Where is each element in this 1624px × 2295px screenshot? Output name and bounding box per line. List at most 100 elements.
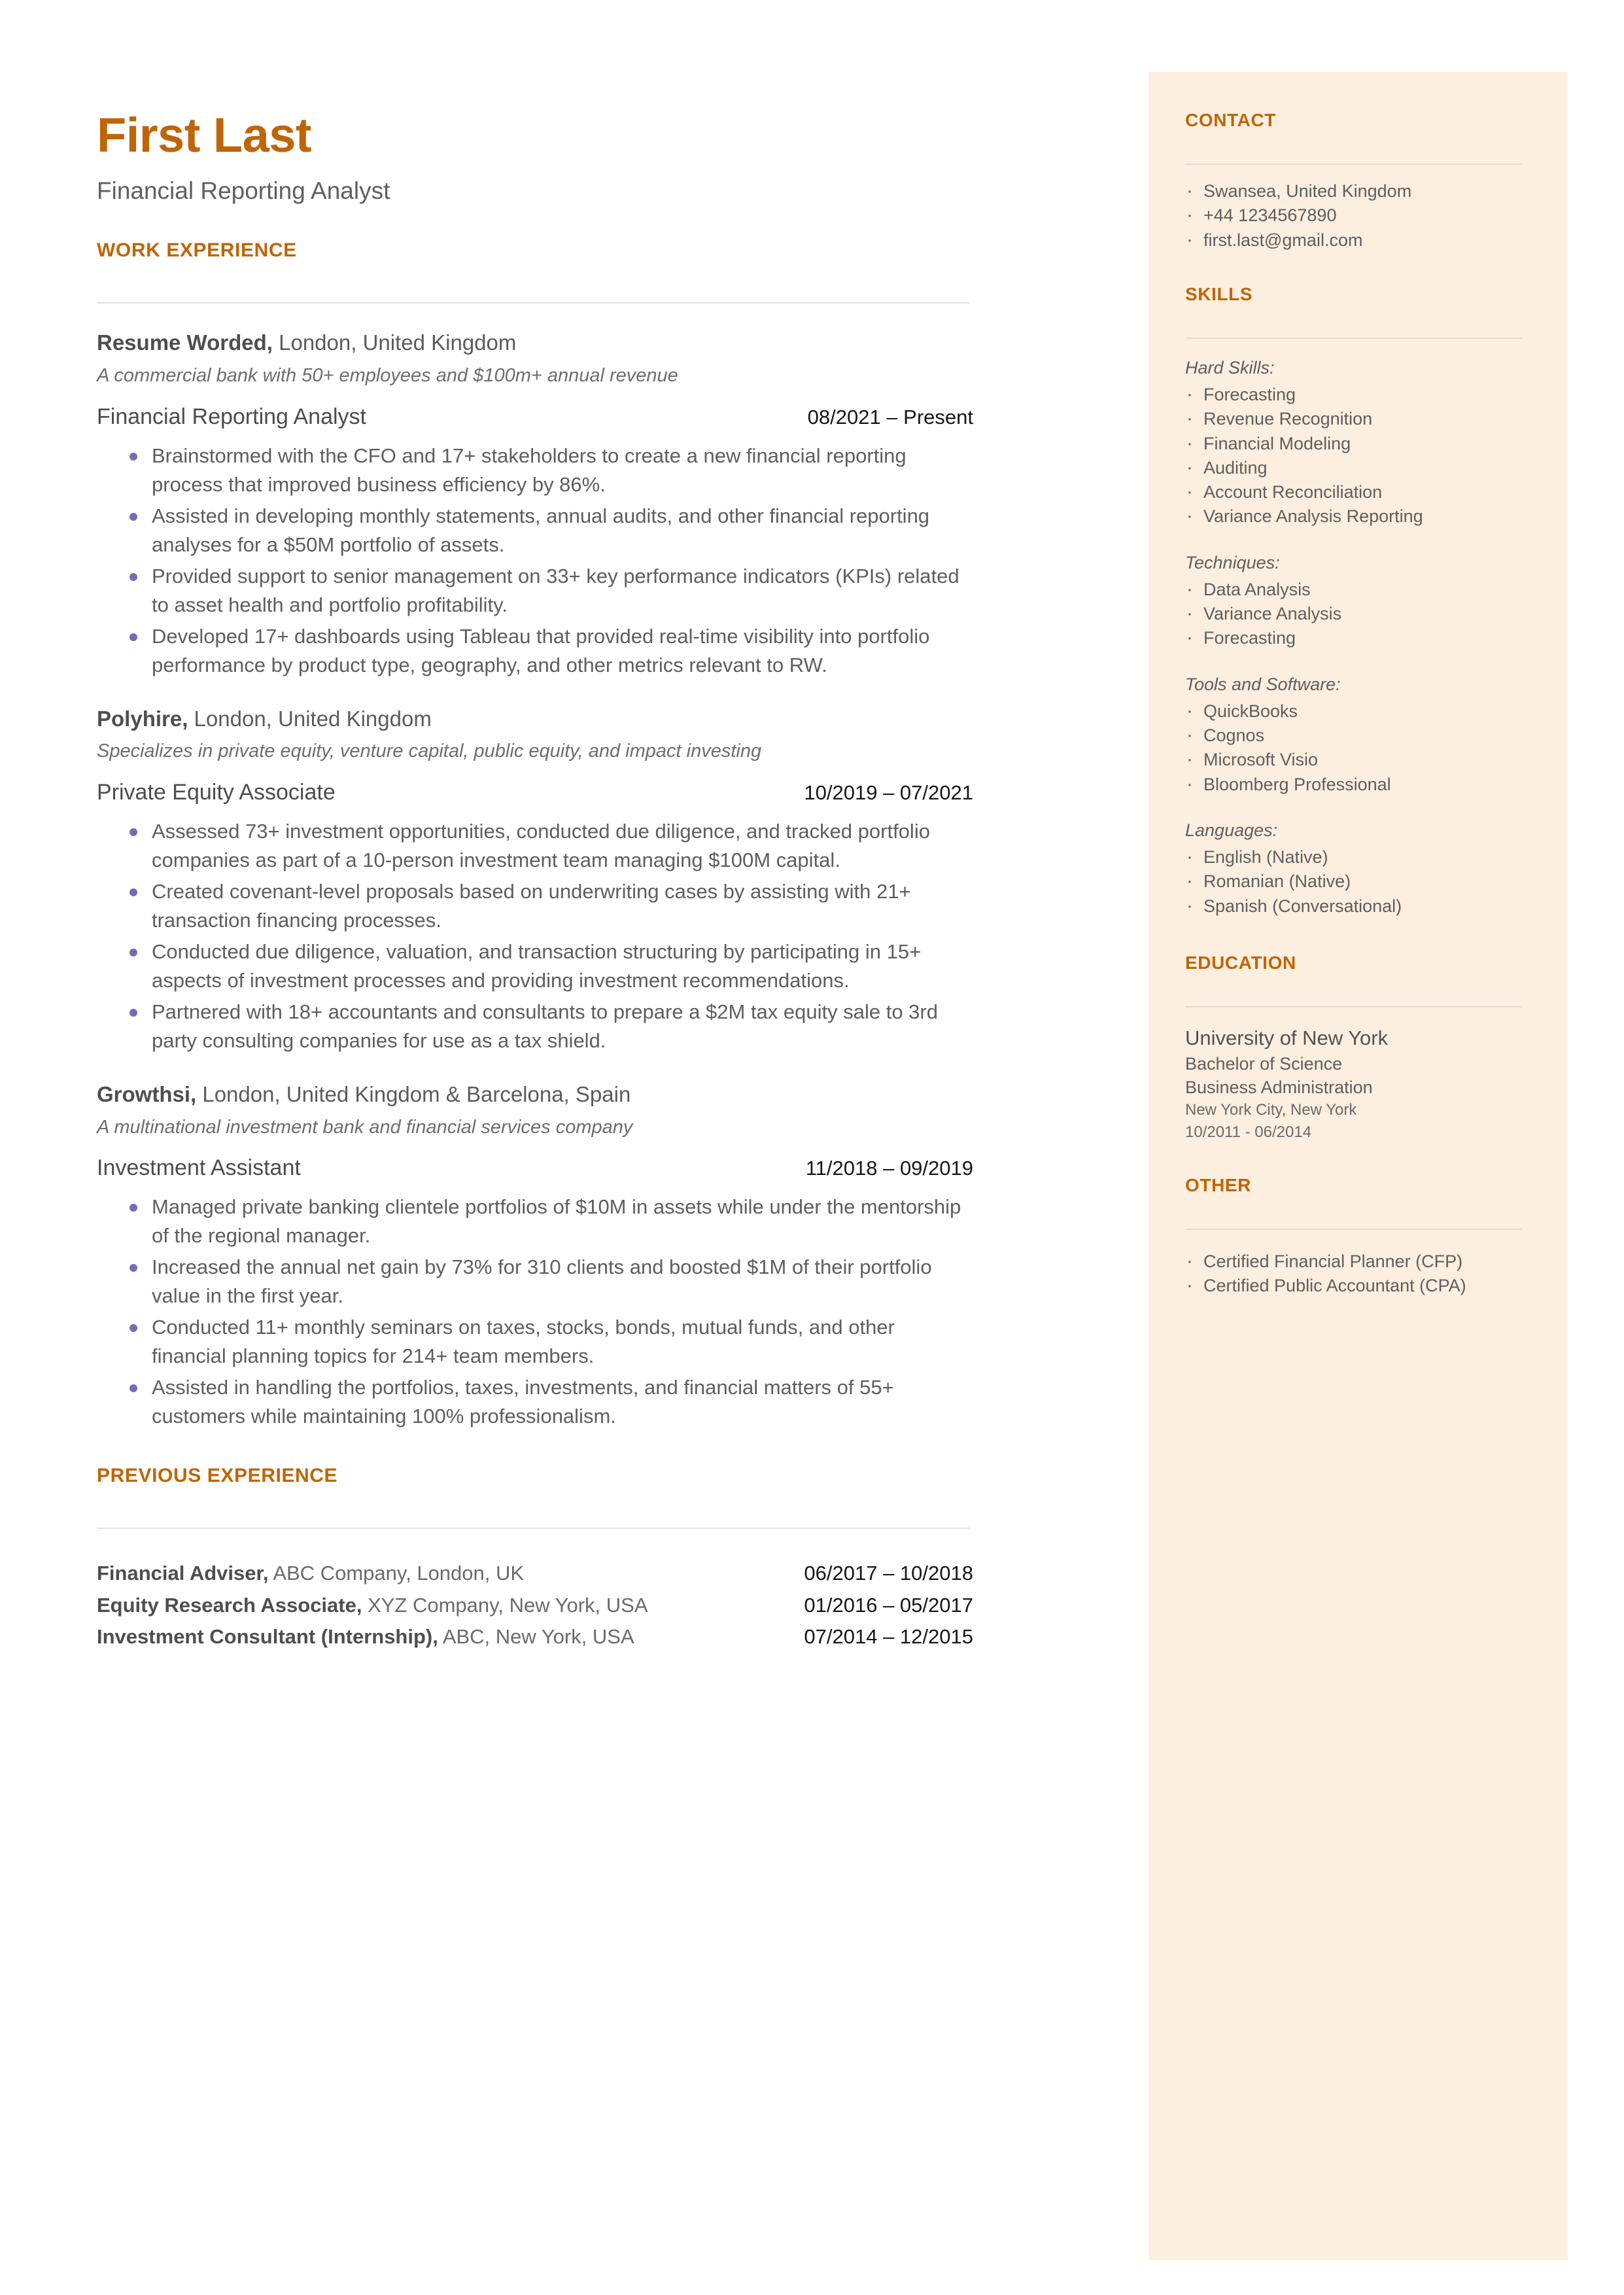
- job-role-row: Investment Assistant 11/2018 – 09/2019: [97, 1155, 973, 1181]
- header-job-title: Financial Reporting Analyst: [97, 177, 390, 204]
- job-bullet: Managed private banking clientele portfo…: [97, 1193, 973, 1250]
- job-bullet: Conducted 11+ monthly seminars on taxes,…: [97, 1313, 973, 1371]
- work-experience-entry: Growthsi, London, United Kingdom & Barce…: [97, 1080, 973, 1431]
- job-bullet: Brainstormed with the CFO and 17+ stakeh…: [97, 442, 973, 499]
- job-bullet: Developed 17+ dashboards using Tableau t…: [97, 622, 973, 680]
- job-bullet: Partnered with 18+ accountants and consu…: [97, 998, 973, 1055]
- previous-experience-label: Financial Adviser, ABC Company, London, …: [97, 1558, 524, 1589]
- job-bullet-list: Managed private banking clientele portfo…: [97, 1193, 973, 1431]
- skill-item: Auditing: [1185, 454, 1525, 482]
- job-location: London, United Kingdom: [272, 330, 517, 355]
- job-bullet: Increased the annual net gain by 73% for…: [97, 1253, 973, 1310]
- job-role: Investment Assistant: [97, 1155, 301, 1181]
- previous-experience-dates: 07/2014 – 12/2015: [804, 1624, 973, 1648]
- skill-item: Forecasting: [1185, 624, 1525, 652]
- sidebar-heading-skills: SKILLS: [1185, 283, 1253, 304]
- job-location: London, United Kingdom: [188, 706, 432, 731]
- skill-item: Financial Modeling: [1185, 429, 1525, 457]
- skill-list: English (Native) Romanian (Native) Spani…: [1185, 843, 1525, 919]
- previous-experience-label: Equity Research Associate, XYZ Company, …: [97, 1590, 648, 1621]
- education-school: University of New York: [1185, 1026, 1389, 1049]
- sidebar-divider: [1185, 1006, 1522, 1007]
- other-item: Certified Financial Planner (CFP): [1185, 1248, 1525, 1275]
- skill-group-label: Languages:: [1185, 820, 1278, 840]
- previous-experience-row: Investment Consultant (Internship), ABC,…: [97, 1621, 973, 1653]
- previous-experience-row: Equity Research Associate, XYZ Company, …: [97, 1590, 973, 1621]
- page-title: First Last: [97, 108, 312, 162]
- skill-group: Techniques: Data Analysis Variance Analy…: [1185, 551, 1525, 652]
- job-bullet: Created covenant-level proposals based o…: [97, 877, 973, 935]
- job-bullet: Assessed 73+ investment opportunities, c…: [97, 817, 973, 875]
- education-degree: Bachelor of Science: [1185, 1053, 1343, 1074]
- skills-groups: Hard Skills: Forecasting Revenue Recogni…: [1185, 356, 1525, 919]
- skill-item: Account Reconciliation: [1185, 478, 1525, 506]
- previous-experience-list: Financial Adviser, ABC Company, London, …: [97, 1558, 973, 1652]
- job-role: Private Equity Associate: [97, 779, 336, 805]
- job-company-name: Resume Worded,: [97, 330, 273, 355]
- education-location: New York City, New York: [1185, 1101, 1357, 1119]
- skill-item: English (Native): [1185, 843, 1525, 871]
- sidebar: CONTACT Swansea, United Kingdom +44 1234…: [1185, 0, 1525, 1299]
- job-bullet: Assisted in developing monthly statement…: [97, 502, 973, 559]
- contact-item-email[interactable]: first.last@gmail.com: [1185, 226, 1525, 253]
- skill-item: Forecasting: [1185, 381, 1525, 408]
- job-company-line: Growthsi, London, United Kingdom & Barce…: [97, 1080, 973, 1110]
- skill-item: Bloomberg Professional: [1185, 770, 1525, 797]
- skill-item: Variance Analysis: [1185, 600, 1525, 627]
- previous-experience-details: XYZ Company, New York, USA: [362, 1593, 648, 1617]
- job-role: Financial Reporting Analyst: [97, 404, 367, 429]
- job-dates: 08/2021 – Present: [807, 405, 973, 429]
- job-bullet-list: Brainstormed with the CFO and 17+ stakeh…: [97, 442, 973, 680]
- sidebar-divider: [1185, 337, 1522, 339]
- job-description: A commercial bank with 50+ employees and…: [97, 364, 678, 386]
- job-company-name: Growthsi,: [97, 1082, 197, 1107]
- skill-item: Cognos: [1185, 722, 1525, 749]
- sidebar-heading-education: EDUCATION: [1185, 952, 1296, 973]
- sidebar-heading-contact: CONTACT: [1185, 110, 1276, 130]
- previous-experience-dates: 06/2017 – 10/2018: [804, 1562, 973, 1585]
- job-role-row: Private Equity Associate 10/2019 – 07/20…: [97, 780, 973, 805]
- education-dates: 10/2011 - 06/2014: [1185, 1123, 1312, 1142]
- previous-experience-role: Investment Consultant (Internship),: [97, 1624, 438, 1648]
- resume-page: First Last Financial Reporting Analyst W…: [0, 0, 1624, 2295]
- contact-item-phone: +44 1234567890: [1185, 201, 1525, 229]
- skill-item: Romanian (Native): [1185, 867, 1525, 895]
- contact-list: Swansea, United Kingdom +44 1234567890 f…: [1185, 177, 1525, 253]
- job-dates: 11/2018 – 09/2019: [805, 1157, 973, 1180]
- job-bullet: Assisted in handling the portfolios, tax…: [97, 1373, 973, 1431]
- previous-experience-details: ABC Company, London, UK: [268, 1562, 525, 1585]
- previous-experience-details: ABC, New York, USA: [438, 1624, 634, 1648]
- job-location: London, United Kingdom & Barcelona, Spai…: [196, 1082, 631, 1107]
- previous-experience-role: Financial Adviser,: [97, 1562, 269, 1585]
- skill-item: QuickBooks: [1185, 697, 1525, 725]
- other-list: Certified Financial Planner (CFP) Certif…: [1185, 1248, 1525, 1299]
- education-entry: University of New York Bachelor of Scien…: [1185, 1025, 1525, 1144]
- work-experience-entry: Polyhire, London, United Kingdom Special…: [97, 705, 973, 1055]
- skill-item: Variance Analysis Reporting: [1185, 502, 1525, 530]
- skill-item: Revenue Recognition: [1185, 405, 1525, 432]
- job-bullet-list: Assessed 73+ investment opportunities, c…: [97, 817, 973, 1055]
- work-experience-entry: Resume Worded, London, United Kingdom A …: [97, 328, 973, 679]
- education-major: Business Administration: [1185, 1077, 1373, 1098]
- job-company-line: Resume Worded, London, United Kingdom: [97, 328, 973, 358]
- job-role-row: Financial Reporting Analyst 08/2021 – Pr…: [97, 404, 973, 430]
- job-description: A multinational investment bank and fina…: [97, 1116, 633, 1138]
- sidebar-divider: [1185, 164, 1522, 165]
- job-bullet: Conducted due diligence, valuation, and …: [97, 937, 973, 995]
- other-item: Certified Public Accountant (CPA): [1185, 1272, 1525, 1299]
- job-bullet: Provided support to senior management on…: [97, 562, 973, 620]
- skill-item: Spanish (Conversational): [1185, 892, 1525, 919]
- skill-list: QuickBooks Cognos Microsoft Visio Bloomb…: [1185, 697, 1525, 797]
- skill-item: Microsoft Visio: [1185, 746, 1525, 773]
- skill-group: Tools and Software: QuickBooks Cognos Mi…: [1185, 673, 1525, 798]
- job-dates: 10/2019 – 07/2021: [804, 780, 973, 804]
- skill-group: Languages: English (Native) Romanian (Na…: [1185, 818, 1525, 919]
- previous-experience-dates: 01/2016 – 05/2017: [804, 1593, 973, 1617]
- section-divider: [97, 302, 970, 304]
- skill-group-label: Hard Skills:: [1185, 357, 1275, 377]
- sidebar-divider: [1185, 1228, 1522, 1230]
- job-company-line: Polyhire, London, United Kingdom: [97, 705, 973, 734]
- sidebar-heading-other: OTHER: [1185, 1174, 1251, 1195]
- previous-experience-row: Financial Adviser, ABC Company, London, …: [97, 1558, 973, 1589]
- job-description: Specializes in private equity, venture c…: [97, 741, 762, 762]
